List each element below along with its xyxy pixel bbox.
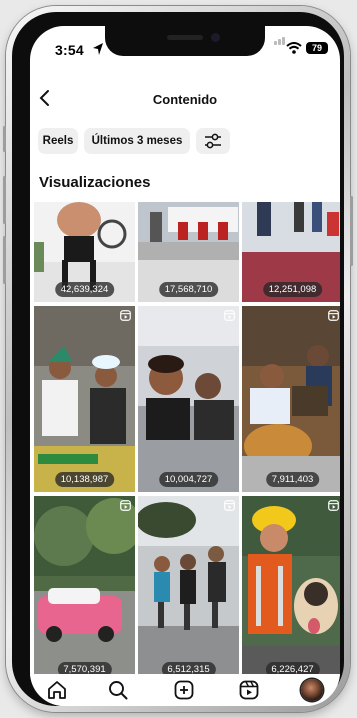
- reels-icon[interactable]: [238, 679, 260, 701]
- volume-up-button: [3, 176, 6, 224]
- home-icon[interactable]: [46, 679, 68, 701]
- volume-down-button: [3, 236, 6, 284]
- notch: [105, 26, 265, 56]
- view-count: 10,138,987: [54, 472, 115, 487]
- post-thumbnail: [242, 496, 340, 674]
- post-thumbnail: [34, 496, 135, 674]
- page-title: Contenido: [152, 92, 218, 107]
- content-grid: 42,639,324 17,568,710 12,251,098 10,138,…: [34, 202, 340, 674]
- post-thumbnail: [34, 306, 135, 492]
- profile-avatar[interactable]: [301, 679, 323, 701]
- create-icon[interactable]: [173, 679, 195, 701]
- post-tile[interactable]: 12,251,098: [242, 202, 340, 302]
- filter-settings-button[interactable]: [196, 128, 230, 154]
- status-time: 3:54: [55, 42, 84, 58]
- view-count: 42,639,324: [54, 282, 115, 297]
- reel-badge-icon: [328, 310, 339, 321]
- post-tile[interactable]: 10,138,987: [34, 306, 135, 492]
- wifi-icon: [286, 42, 302, 54]
- reel-badge-icon: [120, 500, 131, 511]
- post-thumbnail: [138, 496, 239, 674]
- reel-badge-icon: [120, 310, 131, 321]
- filter-chip-date-range[interactable]: Últimos 3 meses: [84, 128, 190, 154]
- view-count: 10,004,727: [158, 472, 219, 487]
- view-count: 7,570,391: [57, 662, 112, 674]
- post-tile[interactable]: 10,004,727: [138, 306, 239, 492]
- view-count: 7,911,403: [265, 472, 320, 487]
- view-count: 12,251,098: [262, 282, 323, 297]
- post-tile[interactable]: 6,226,427: [242, 496, 340, 674]
- header: Contenido: [30, 84, 340, 120]
- search-icon[interactable]: [107, 679, 129, 701]
- reel-badge-icon: [328, 500, 339, 511]
- post-tile[interactable]: 17,568,710: [138, 202, 239, 302]
- view-count: 6,226,427: [265, 662, 320, 674]
- phone-frame: 3:54 79 Contenido Reels Últimos 3 meses …: [3, 6, 353, 712]
- post-thumbnail: [242, 306, 340, 492]
- screen: 3:54 79 Contenido Reels Últimos 3 meses …: [30, 26, 340, 706]
- section-title: Visualizaciones: [39, 174, 151, 191]
- post-tile[interactable]: 6,512,315: [138, 496, 239, 674]
- camera-icon: [211, 33, 220, 42]
- reel-badge-icon: [224, 500, 235, 511]
- bottom-tab-bar: [30, 674, 340, 706]
- post-tile[interactable]: 7,911,403: [242, 306, 340, 492]
- view-count: 17,568,710: [158, 282, 219, 297]
- reel-badge-icon: [224, 310, 235, 321]
- filter-chip-reels[interactable]: Reels: [38, 128, 78, 154]
- post-tile[interactable]: 7,570,391: [34, 496, 135, 674]
- mute-switch: [3, 126, 6, 152]
- power-button: [350, 196, 353, 266]
- post-thumbnail: [138, 306, 239, 492]
- location-arrow-icon: [93, 43, 103, 55]
- post-tile[interactable]: 42,639,324: [34, 202, 135, 302]
- sliders-icon: [205, 133, 221, 149]
- view-count: 6,512,315: [161, 662, 216, 674]
- battery-indicator: 79: [306, 42, 328, 54]
